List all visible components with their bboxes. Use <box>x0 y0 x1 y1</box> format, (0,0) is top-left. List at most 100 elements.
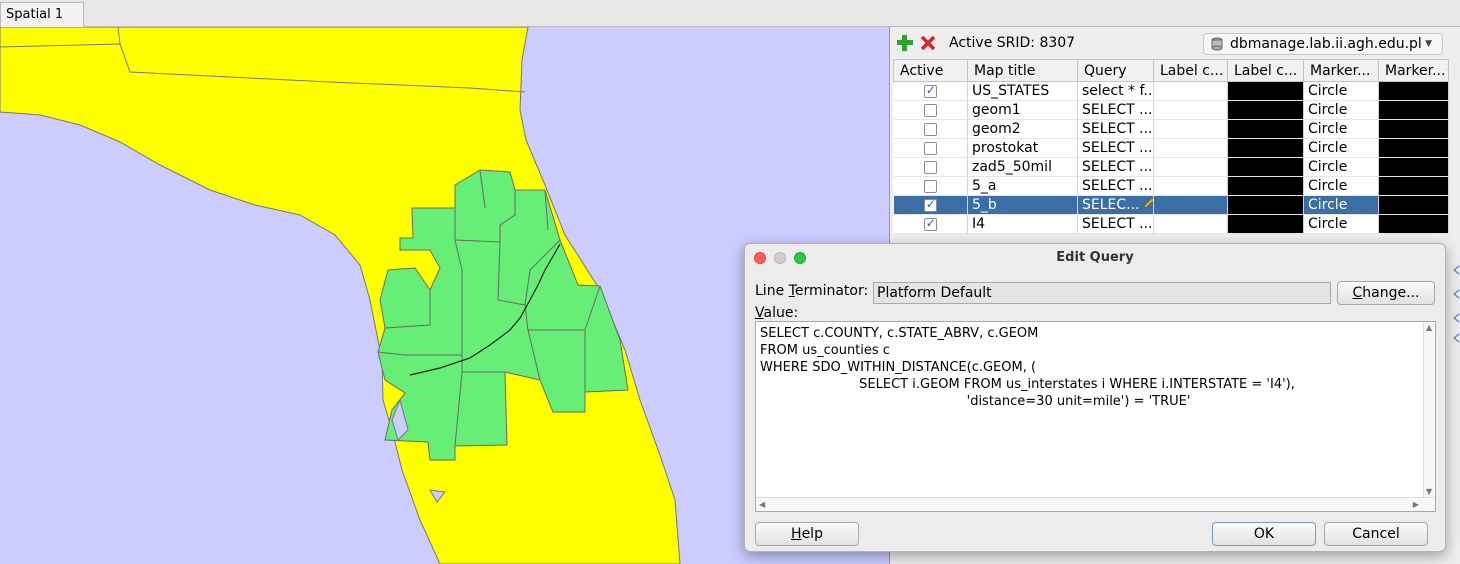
table-row[interactable]: 5_a SELECT ... Circle <box>893 176 1449 196</box>
query-cell[interactable]: select * f... <box>1077 81 1154 101</box>
col-label-color[interactable]: Label c... <box>1227 59 1304 82</box>
map-title-cell[interactable]: prostokat <box>967 138 1078 158</box>
query-cell[interactable]: SELECT ... <box>1077 119 1154 139</box>
table-row[interactable]: geom2 SELECT ... Circle <box>893 119 1449 139</box>
query-cell[interactable]: SELECT ... <box>1077 138 1154 158</box>
cancel-button[interactable]: Cancel <box>1324 522 1428 546</box>
label-column-cell[interactable] <box>1153 119 1228 139</box>
label-color-cell[interactable] <box>1227 157 1304 177</box>
label-column-cell[interactable] <box>1153 176 1228 196</box>
active-checkbox[interactable] <box>923 103 937 117</box>
marker-shape-cell[interactable]: Circle <box>1303 119 1379 139</box>
marker-color-cell[interactable] <box>1378 119 1449 139</box>
marker-shape-cell[interactable]: Circle <box>1303 100 1379 120</box>
active-cell[interactable] <box>893 176 968 196</box>
active-cell[interactable] <box>893 81 968 101</box>
marker-shape-cell[interactable]: Circle <box>1303 176 1379 196</box>
marker-color-cell[interactable] <box>1378 176 1449 196</box>
label-column-cell[interactable] <box>1153 81 1228 101</box>
label-column-cell[interactable] <box>1153 100 1228 120</box>
label-color-cell[interactable] <box>1227 176 1304 196</box>
database-icon <box>1210 37 1224 55</box>
table-row[interactable]: US_STATESselect * f... Circle <box>893 81 1449 101</box>
help-button[interactable]: Help <box>755 522 859 546</box>
marker-shape-cell[interactable]: Circle <box>1303 81 1379 101</box>
label-color-cell[interactable] <box>1227 81 1304 101</box>
active-checkbox[interactable] <box>923 122 937 136</box>
label-column-cell[interactable] <box>1153 214 1228 234</box>
label-color-cell[interactable] <box>1227 119 1304 139</box>
label-color-cell[interactable] <box>1227 138 1304 158</box>
query-cell[interactable]: SELECT ... <box>1077 157 1154 177</box>
table-row[interactable]: prostokat SELECT ... Circle <box>893 138 1449 158</box>
col-marker-shape[interactable]: Marker... <box>1303 59 1379 82</box>
pencil-icon[interactable] <box>1142 196 1153 214</box>
table-row[interactable]: 5_bSELEC... Circle <box>893 195 1449 215</box>
query-cell[interactable]: SELECT ... <box>1077 176 1154 196</box>
active-cell[interactable] <box>893 119 968 139</box>
table-row[interactable]: I4SELECT ... Circle <box>893 214 1449 234</box>
marker-color-cell[interactable] <box>1378 81 1449 101</box>
col-label-column[interactable]: Label c... <box>1153 59 1228 82</box>
marker-color-cell[interactable] <box>1378 195 1449 215</box>
connection-select[interactable]: dbmanage.lab.ii.agh.edu.pl ▼ <box>1203 33 1443 55</box>
label-column-cell[interactable] <box>1153 157 1228 177</box>
map-title-cell[interactable]: geom1 <box>967 100 1078 120</box>
map-title-cell[interactable]: geom2 <box>967 119 1078 139</box>
marker-color-cell[interactable] <box>1378 214 1449 234</box>
query-cell[interactable]: SELECT ... <box>1077 100 1154 120</box>
marker-shape-cell[interactable]: Circle <box>1303 214 1379 234</box>
active-checkbox[interactable] <box>923 179 937 193</box>
active-cell[interactable] <box>893 100 968 120</box>
map-title-cell[interactable]: zad5_50mil <box>967 157 1078 177</box>
marker-shape-cell[interactable]: Circle <box>1303 138 1379 158</box>
table-row[interactable]: geom1 SELECT ... Circle <box>893 100 1449 120</box>
label-column-cell[interactable] <box>1153 195 1228 215</box>
edit-query-dialog: Edit Query Line Terminator: Platform Def… <box>744 243 1446 552</box>
map-title-cell[interactable]: I4 <box>967 214 1078 234</box>
label-color-cell[interactable] <box>1227 100 1304 120</box>
query-editor[interactable]: SELECT c.COUNTY, c.STATE_ABRV, c.GEOM FR… <box>755 321 1436 512</box>
label-color-cell[interactable] <box>1227 195 1304 215</box>
marker-shape-cell[interactable]: Circle <box>1303 157 1379 177</box>
query-preview: SELECT ... <box>1082 140 1153 156</box>
col-marker-color-label: Marker... <box>1385 62 1446 79</box>
marker-color-cell[interactable] <box>1378 100 1449 120</box>
query-cell[interactable]: SELECT ... <box>1077 214 1154 234</box>
col-map-title[interactable]: Map title <box>967 59 1078 82</box>
remove-layer-icon[interactable] <box>919 34 937 52</box>
col-active[interactable]: Active <box>893 59 968 82</box>
add-layer-icon[interactable] <box>896 34 914 52</box>
col-marker-color[interactable]: Marker...▼ <box>1378 59 1449 82</box>
marker-color-cell[interactable] <box>1378 138 1449 158</box>
active-cell[interactable] <box>893 214 968 234</box>
active-checkbox[interactable] <box>923 160 937 174</box>
label-color-cell[interactable] <box>1227 214 1304 234</box>
active-checkbox[interactable] <box>923 83 937 98</box>
change-button[interactable]: Change... <box>1337 281 1435 305</box>
table-row[interactable]: zad5_50mil SELECT ... Circle <box>893 157 1449 177</box>
active-checkbox[interactable] <box>923 141 937 155</box>
map-title-cell[interactable]: US_STATES <box>967 81 1078 101</box>
vertical-scrollbar[interactable]: ▲ ▼ <box>1423 322 1435 497</box>
side-arrows[interactable] <box>1451 262 1460 352</box>
map-title-cell[interactable]: 5_a <box>967 176 1078 196</box>
active-checkbox[interactable] <box>923 197 937 212</box>
col-query[interactable]: Query <box>1077 59 1154 82</box>
map-title-cell[interactable]: 5_b <box>967 195 1078 215</box>
ok-button[interactable]: OK <box>1212 522 1316 546</box>
label-column-cell[interactable] <box>1153 138 1228 158</box>
active-cell[interactable] <box>893 157 968 177</box>
active-checkbox[interactable] <box>923 216 937 231</box>
chevron-down-icon: ▼ <box>1447 68 1448 78</box>
query-text[interactable]: SELECT c.COUNTY, c.STATE_ABRV, c.GEOM FR… <box>756 322 1435 413</box>
tab-spatial-1[interactable]: Spatial 1 <box>0 2 84 27</box>
marker-shape-cell[interactable]: Circle <box>1303 195 1379 215</box>
horizontal-scrollbar[interactable]: ◀ ▶ <box>756 497 1435 511</box>
active-cell[interactable] <box>893 195 968 215</box>
query-cell[interactable]: SELEC... <box>1077 195 1154 215</box>
active-cell[interactable] <box>893 138 968 158</box>
table-header: Active Map title Query Label c... Label … <box>893 59 1449 82</box>
marker-color-cell[interactable] <box>1378 157 1449 177</box>
line-terminator-field[interactable]: Platform Default <box>873 282 1331 304</box>
